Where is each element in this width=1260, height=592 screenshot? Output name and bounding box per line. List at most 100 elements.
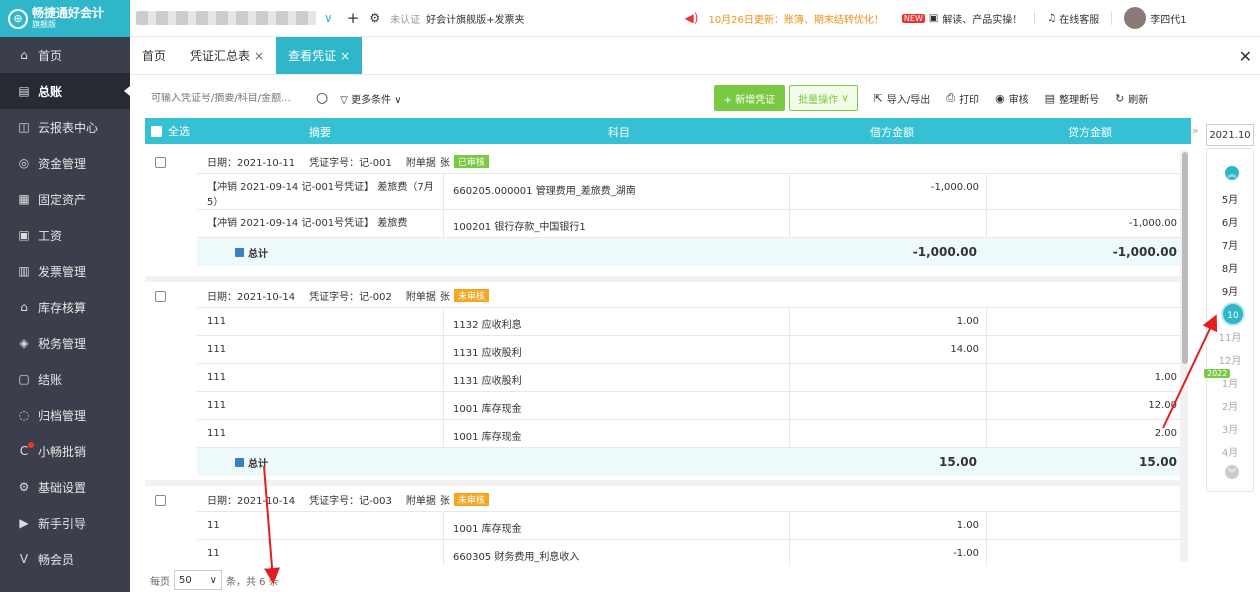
sidebar-item-8[interactable]: ◈ 税务管理	[0, 325, 130, 361]
more-filter-button[interactable]: ▽ 更多条件 ∨	[340, 91, 401, 106]
company-name-blurred[interactable]	[136, 11, 316, 25]
sidebar-item-7[interactable]: ⌂ 库存核算	[0, 289, 130, 325]
sidebar-item-9[interactable]: ▢ 结账	[0, 361, 130, 397]
select-all-checkbox[interactable]: 全选	[145, 123, 197, 139]
month-item[interactable]: 11月	[1206, 329, 1254, 344]
online-service-link[interactable]: 在线客服	[1059, 11, 1099, 26]
search-input[interactable]	[145, 92, 310, 104]
voucher-date: 日期：2021-10-14	[207, 496, 296, 507]
settings-icon: ⚙	[18, 480, 30, 494]
attachment-label: 附单据	[405, 496, 436, 507]
add-icon[interactable]: +	[347, 9, 360, 27]
month-item[interactable]: 10月	[1221, 302, 1245, 345]
audit-button[interactable]: ◉ 审核	[995, 91, 1029, 106]
sidebar-item-12[interactable]: ⚙ 基础设置	[0, 469, 130, 505]
sidebar-item-1[interactable]: ▤ 总账	[0, 73, 130, 109]
refresh-button[interactable]: ↻ 刷新	[1115, 91, 1148, 106]
print-button[interactable]: ⎙ 打印	[946, 91, 979, 106]
status-badge: 已审核	[453, 155, 489, 168]
sidebar-item-2[interactable]: ◫ 云报表中心	[0, 109, 130, 145]
month-item[interactable]: 4月	[1206, 444, 1254, 459]
collapse-icon[interactable]: »	[1192, 124, 1199, 137]
table-row[interactable]: 11 1001 库存现金 1.00	[197, 512, 1183, 540]
avatar[interactable]	[1124, 7, 1147, 29]
checkout-icon: ▢	[18, 372, 30, 386]
certification-status[interactable]: 未认证	[390, 11, 420, 26]
sidebar-item-11[interactable]: C 小畅批销	[0, 433, 130, 469]
sidebar-nav: ⌂ 首页 ▤ 总账 ◫ 云报表中心 ◎ 资金管理 ▦ 固定资产 ▣ 工资 ▥ 发票管理 ⌂ 库存核算 ◈ 税务管理…	[0, 37, 130, 577]
table-row[interactable]: 111 1001 库存现金 12.00	[197, 392, 1183, 420]
update-notice[interactable]: ◀) 10月26日更新：账簿、期末结转优化！	[685, 11, 884, 26]
close-all-icon[interactable]: ✕	[1239, 47, 1252, 66]
sidebar-item-5[interactable]: ▣ 工资	[0, 217, 130, 253]
voucher-total-row: 总计 15.00 15.00	[197, 448, 1183, 476]
cell-account: 660205.000001 管理费用_差旅费_湖南	[453, 186, 636, 197]
import-export-button[interactable]: ⇱ 导入/导出	[874, 91, 931, 106]
close-icon[interactable]: ×	[340, 49, 350, 63]
gear-icon[interactable]: ⚙	[369, 11, 380, 25]
chevron-up-icon[interactable]: ︽	[1225, 166, 1239, 180]
asset-icon: ▦	[18, 192, 30, 206]
sidebar-item-6[interactable]: ▥ 发票管理	[0, 253, 130, 289]
voucher-checkbox[interactable]	[155, 495, 166, 506]
month-item[interactable]: 8月	[1206, 260, 1254, 275]
import-icon: ⇱	[873, 91, 883, 105]
current-period[interactable]: 2021.10	[1206, 124, 1254, 146]
inventory-icon: ⌂	[20, 300, 28, 314]
table-row[interactable]: 11 660305 财务费用_利息收入 -1.00	[197, 540, 1183, 566]
tab-home[interactable]: 首页	[130, 37, 178, 74]
sidebar-item-label: 固定资产	[38, 192, 87, 207]
month-item[interactable]: 9月	[1206, 283, 1254, 298]
month-item[interactable]: 5月	[1206, 191, 1254, 206]
table-row[interactable]: 111 1001 库存现金 2.00	[197, 420, 1183, 448]
sidebar-item-0[interactable]: ⌂ 首页	[0, 37, 130, 73]
total-debit: 15.00	[939, 455, 977, 469]
table-row[interactable]: 【冲销 2021-09-14 记-001号凭证】 差旅费 100201 银行存款_…	[197, 210, 1183, 238]
sidebar-item-10[interactable]: ◌ 归档管理	[0, 397, 130, 433]
new-voucher-button[interactable]: + 新增凭证	[713, 85, 786, 111]
pagination: 每页 50 ∨ 条，共 6 条	[150, 570, 279, 590]
month-item[interactable]: 6月	[1206, 214, 1254, 229]
close-icon[interactable]: ×	[254, 49, 264, 63]
month-item[interactable]: 3月	[1206, 421, 1254, 436]
month-item[interactable]: 7月	[1206, 237, 1254, 252]
table-row[interactable]: 111 1131 应收股利 14.00	[197, 336, 1183, 364]
sidebar-item-13[interactable]: ▶ 新手引导	[0, 505, 130, 541]
column-divider	[789, 364, 790, 392]
status-badge: 未审核	[453, 289, 489, 302]
renumber-button[interactable]: ▤ 整理断号	[1045, 91, 1099, 106]
month-item[interactable]: 12月	[1206, 352, 1254, 367]
help-link[interactable]: 解读、产品实操！	[942, 11, 1022, 26]
column-divider	[789, 336, 790, 364]
search-icon[interactable]: ○	[316, 90, 328, 106]
batch-operation-button[interactable]: 批量操作 ∨	[789, 85, 858, 111]
sidebar-item-label: 归档管理	[38, 408, 87, 423]
table-row[interactable]: 【冲销 2021-09-14 记-001号凭证】 差旅费（7月5） 660205.…	[197, 174, 1183, 210]
tab-view-voucher[interactable]: 查看凭证 ×	[276, 37, 363, 74]
cell-debit: 1.00	[956, 520, 979, 531]
sidebar-item-label: 云报表中心	[38, 120, 99, 135]
table-row[interactable]: 111 1131 应收股利 1.00	[197, 364, 1183, 392]
voucher-checkbox[interactable]	[155, 291, 166, 302]
page-size-select[interactable]: 50 ∨	[174, 570, 222, 590]
brand-logo[interactable]: ⊕ 畅捷通好会计 旗舰版	[0, 0, 130, 37]
sidebar-item-label: 工资	[38, 228, 63, 243]
voucher-checkbox[interactable]	[155, 157, 166, 168]
sidebar-item-4[interactable]: ▦ 固定资产	[0, 181, 130, 217]
sidebar-item-14[interactable]: V 畅会员	[0, 541, 130, 577]
brand-mark-icon: ⊕	[8, 8, 28, 29]
scrollbar-thumb[interactable]	[1182, 152, 1188, 364]
month-item[interactable]: 2月	[1206, 398, 1254, 413]
sidebar-item-3[interactable]: ◎ 资金管理	[0, 145, 130, 181]
table-row[interactable]: 111 1132 应收利息 1.00	[197, 308, 1183, 336]
total-debit: -1,000.00	[912, 245, 977, 259]
voucher-number: 凭证字号：记-003	[309, 496, 392, 507]
top-bar: ∨ + ⚙ 未认证 好会计旗舰版+发票夹 ◀) 10月26日更新：账簿、期末结转…	[130, 0, 1260, 37]
total-text: 总计	[248, 459, 268, 470]
tab-voucher-summary[interactable]: 凭证汇总表 ×	[178, 37, 276, 74]
voucher-header: 日期：2021-10-11 凭证字号：记-001 附单据张已审核	[197, 150, 1183, 174]
user-name[interactable]: 李四代1	[1150, 11, 1186, 26]
chevron-down-icon[interactable]: ︾	[1225, 465, 1239, 479]
column-divider	[443, 174, 444, 210]
chevron-down-icon[interactable]: ∨	[324, 11, 333, 25]
